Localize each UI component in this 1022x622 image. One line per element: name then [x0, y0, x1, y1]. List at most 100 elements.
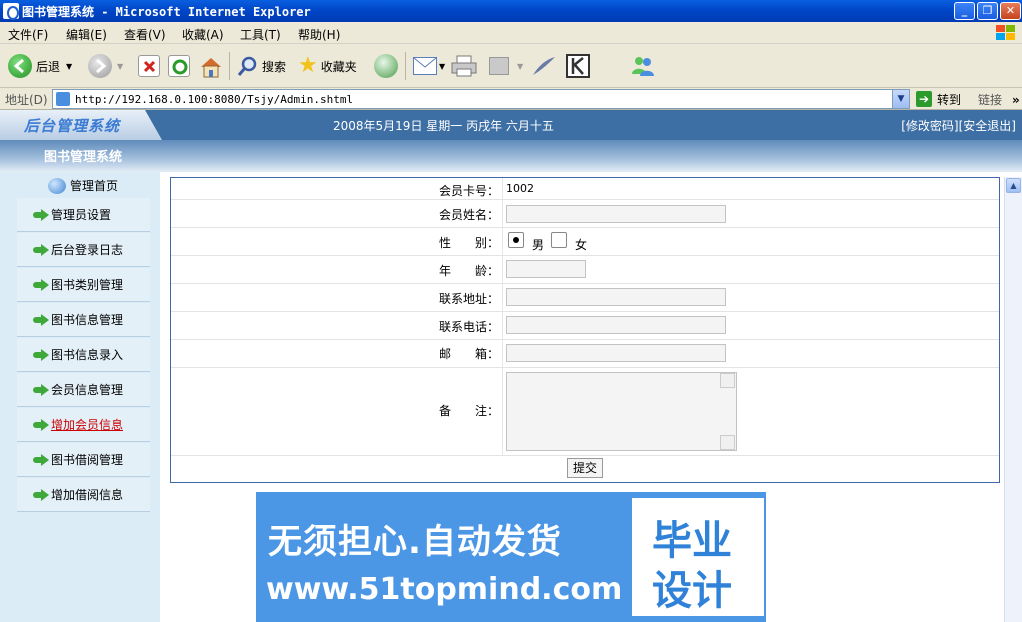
k-toolbar-button[interactable] [566, 53, 590, 79]
minimize-button[interactable]: _ [954, 2, 975, 20]
page-icon [56, 92, 70, 106]
age-input[interactable] [506, 260, 586, 278]
sidebar-item-admin-settings[interactable]: 管理员设置 [17, 198, 150, 232]
messenger-button[interactable] [531, 53, 557, 79]
mail-button[interactable]: ▼ [413, 53, 445, 79]
ie-icon [3, 3, 19, 20]
logout-link[interactable]: [安全退出] [959, 119, 1016, 133]
sidebar-item-label: 后台登录日志 [51, 243, 124, 257]
sidebar-item-book-category[interactable]: 图书类别管理 [17, 268, 150, 302]
sidebar-item-book-entry[interactable]: 图书信息录入 [17, 338, 150, 372]
phone-input[interactable] [506, 316, 726, 334]
sidebar-item-label: 图书类别管理 [51, 278, 124, 292]
sidebar-item-book-info[interactable]: 图书信息管理 [17, 303, 150, 337]
globe-icon [48, 177, 66, 194]
go-button[interactable]: 转到 [937, 91, 961, 108]
banner-headline: 无须担心.自动发货 [268, 522, 562, 562]
address-field-label: 联系地址： [439, 292, 500, 306]
banner-seal: 毕业 设计 [632, 498, 764, 616]
row-email: 邮 箱： [171, 340, 999, 368]
name-input[interactable] [506, 205, 726, 223]
textarea-scroll-down[interactable] [720, 435, 735, 450]
remark-textarea[interactable] [506, 372, 737, 451]
restore-button[interactable]: ❐ [977, 2, 998, 20]
address-input[interactable]: http://192.168.0.100:8080/Tsjy/Admin.sht… [52, 89, 910, 109]
windows-logo-icon [994, 24, 1016, 42]
row-address: 联系地址： [171, 284, 999, 312]
arrow-icon [33, 384, 49, 396]
submit-button[interactable]: 提交 [567, 458, 603, 478]
print-button[interactable] [451, 53, 477, 79]
stop-button[interactable] [138, 53, 160, 79]
search-label: 搜索 [262, 59, 287, 74]
menu-file[interactable]: 文件(F) [8, 26, 48, 43]
gender-male-radio[interactable] [508, 232, 524, 248]
edit-button[interactable]: ▼ [489, 53, 523, 79]
search-button[interactable]: 搜索 [236, 53, 286, 79]
row-phone: 联系电话： [171, 312, 999, 340]
name-label: 会员姓名： [439, 208, 500, 222]
address-field-input[interactable] [506, 288, 726, 306]
feather-icon [531, 55, 557, 77]
ad-banner[interactable]: 无须担心.自动发货 www.51topmind.com 毕业 设计 [256, 492, 766, 622]
home-button[interactable] [199, 53, 221, 79]
sidebar-home[interactable]: 管理首页 [48, 177, 118, 194]
star-icon: ★ [298, 53, 318, 78]
scroll-up-icon[interactable]: ▲ [1006, 178, 1021, 193]
system-name: 图书管理系统 [44, 150, 123, 165]
back-dropdown-icon[interactable]: ▼ [66, 62, 72, 71]
close-button[interactable]: ✕ [1000, 2, 1021, 20]
page-scrollbar[interactable]: ▲ [1004, 177, 1022, 622]
gender-female-label: 女 [575, 238, 588, 252]
forward-button[interactable]: ▼ [88, 53, 123, 79]
arrow-icon [33, 489, 49, 501]
menu-bar: 文件(F) 编辑(E) 查看(V) 收藏(A) 工具(T) 帮助(H) [0, 22, 1022, 44]
row-age: 年 龄： [171, 256, 999, 284]
card-label: 会员卡号： [439, 184, 500, 198]
email-input[interactable] [506, 344, 726, 362]
address-bar: 地址(D) http://192.168.0.100:8080/Tsjy/Adm… [0, 88, 1022, 110]
arrow-icon [33, 419, 49, 431]
menu-edit[interactable]: 编辑(E) [66, 26, 107, 43]
back-label: 后退 [36, 59, 61, 74]
row-card: 会员卡号： 1002 [171, 178, 999, 200]
back-arrow-icon [8, 54, 32, 78]
window-title: 图书管理系统 - Microsoft Internet Explorer [22, 5, 311, 19]
links-button[interactable]: 链接 » [978, 91, 1020, 108]
arrow-icon [33, 454, 49, 466]
k-icon [566, 54, 590, 78]
sidebar-item-label: 增加会员信息 [51, 418, 124, 432]
menu-view[interactable]: 查看(V) [124, 26, 166, 43]
forward-dropdown-icon[interactable]: ▼ [117, 62, 123, 71]
textarea-scroll-up[interactable] [720, 373, 735, 388]
favorites-button[interactable]: ★ 收藏夹 [298, 53, 357, 79]
sidebar-item-login-log[interactable]: 后台登录日志 [17, 233, 150, 267]
sidebar-item-borrow-manage[interactable]: 图书借阅管理 [17, 443, 150, 477]
go-arrow-icon[interactable]: ➔ [916, 91, 932, 107]
refresh-button[interactable] [168, 53, 190, 79]
refresh-icon [168, 55, 190, 77]
address-dropdown-icon[interactable]: ▼ [892, 90, 909, 108]
change-password-link[interactable]: [修改密码] [901, 119, 958, 133]
menu-tools[interactable]: 工具(T) [240, 26, 281, 43]
menu-favorites[interactable]: 收藏(A) [182, 26, 224, 43]
links-more-icon[interactable]: » [1012, 93, 1020, 107]
gender-female-radio[interactable] [551, 232, 567, 248]
back-button[interactable]: 后退 ▼ [8, 53, 72, 79]
links-label: 链接 [978, 93, 1003, 107]
card-value: 1002 [506, 182, 534, 195]
address-url[interactable]: http://192.168.0.100:8080/Tsjy/Admin.sht… [75, 93, 353, 106]
users-icon [630, 54, 656, 78]
sidebar-item-member-info[interactable]: 会员信息管理 [17, 373, 150, 407]
mail-dropdown-icon[interactable]: ▼ [439, 62, 445, 71]
window-title-bar[interactable]: 图书管理系统 - Microsoft Internet Explorer _ ❐… [0, 0, 1022, 22]
sidebar-item-add-borrow[interactable]: 增加借阅信息 [17, 478, 150, 512]
edit-icon [489, 57, 509, 75]
home-icon [199, 55, 221, 78]
menu-help[interactable]: 帮助(H) [298, 26, 340, 43]
sidebar-home-label: 管理首页 [70, 179, 119, 193]
edit-dropdown-icon[interactable]: ▼ [517, 62, 523, 71]
users-button[interactable] [630, 53, 656, 79]
history-button[interactable] [374, 53, 398, 79]
sidebar-item-add-member[interactable]: 增加会员信息 [17, 408, 150, 442]
